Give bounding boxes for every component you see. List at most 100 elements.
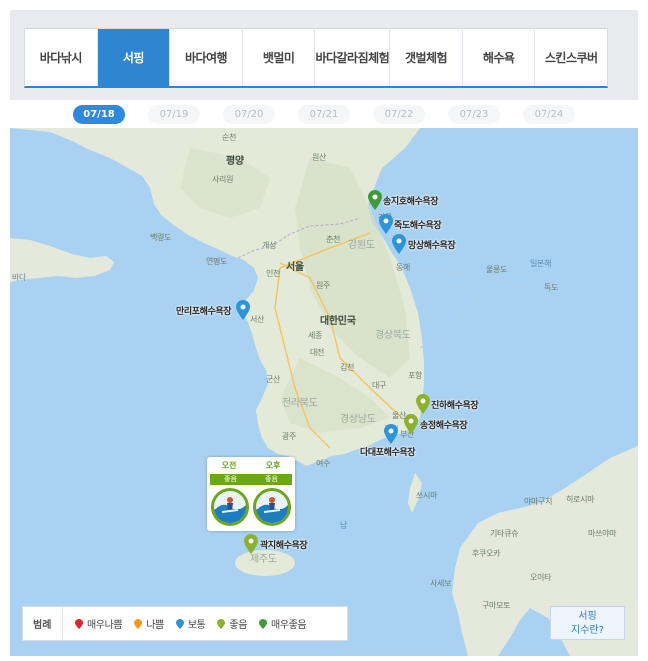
am-status: 좋음 [224,475,237,483]
surf-map[interactable]: 순천 평양 원산 사리원 개성 서울 인천 춘천 강원도 동해 원주 대한민국 … [10,128,638,656]
tab-swimming[interactable]: 해수욕 [463,29,536,86]
surf-index-line1: 서핑 [578,611,597,622]
place-label: 구마모토 [482,601,511,610]
place-label: 전라북도 [282,398,318,409]
beach-label[interactable]: 망상해수욕장 [408,238,456,251]
date-button[interactable]: 07/24 [523,104,575,124]
legend-label: 나쁨 [146,620,164,631]
place-label: 광주 [282,432,297,441]
legend-title: 범례 [23,607,63,640]
place-label: 대구 [372,381,387,390]
beach-label[interactable]: 진하해수욕장 [431,398,479,411]
place-label: 울릉도 [486,265,508,274]
place-label: 서울 [286,262,304,273]
place-label: 마쓰야마 [588,529,617,538]
map-legend: 범례 매우나쁨 나쁨 보통 좋음 매우좋음 [22,606,348,641]
beach-marker-good[interactable] [404,414,418,434]
place-label: 연평도 [206,257,228,266]
legend-label: 매우좋음 [271,620,307,631]
place-label: 남 [340,521,348,530]
surf-index-info-button[interactable]: 서핑 지수란? [550,606,625,640]
legend-label: 보통 [187,620,206,631]
place-label: 기타큐슈 [490,529,519,538]
place-label: 일본해 [530,259,552,268]
blue-pin-icon [175,618,184,629]
date-button[interactable]: 07/22 [373,104,425,124]
tab-seasickness[interactable]: 뱃멀미 [243,29,316,86]
place-label: 독도 [544,283,559,292]
date-button[interactable]: 07/23 [448,104,500,124]
beach-marker-normal[interactable] [392,234,406,254]
beach-label[interactable]: 곽지해수욕장 [260,538,308,551]
place-label: 대전 [310,348,325,357]
beach-marker-very-good[interactable] [368,190,382,210]
place-label: 여수 [316,459,331,468]
legend-item-very-bad: 매우나쁨 [75,616,123,631]
tab-sea-fishing[interactable]: 바다낚시 [25,29,98,86]
beach-label[interactable]: 송지호해수욕장 [383,194,439,207]
beach-marker-good[interactable] [244,534,258,554]
date-button[interactable]: 07/19 [148,104,200,124]
place-label: 백령도 [150,233,172,242]
place-label: 세종 [308,331,323,340]
place-label: 개성 [262,241,277,250]
place-label: 경상북도 [375,330,411,341]
date-button[interactable]: 07/18 [73,104,125,124]
orange-pin-icon [134,618,143,629]
lightgreen-pin-icon [217,618,226,629]
place-label: 사리원 [212,175,234,184]
legend-item-normal: 보통 [175,616,206,631]
surf-forecast-popup: 오전 오후 좋음 좋음 [207,457,295,531]
status-band: 좋음 좋음 [210,474,292,485]
place-label: 원산 [312,153,327,162]
tab-sea-travel[interactable]: 바다여행 [170,29,243,86]
tab-sea-parting[interactable]: 바다갈라짐체험 [315,29,391,86]
beach-marker-good[interactable] [416,394,430,414]
place-label: 군산 [266,375,281,384]
place-label: 후쿠오카 [472,549,501,558]
legend-item-bad: 나쁨 [134,616,164,631]
beach-marker-normal[interactable] [379,214,393,234]
tab-tidal-flat[interactable]: 갯벌체험 [390,29,463,86]
date-button[interactable]: 07/20 [223,104,275,124]
legend-item-good: 좋음 [217,616,247,631]
place-label: 경상남도 [340,414,376,425]
place-label: 김천 [340,363,355,372]
place-label: 사세보 [430,579,452,588]
red-pin-icon [75,618,83,629]
place-label: 동해 [396,263,411,272]
pm-status: 좋음 [265,475,278,483]
place-label: 포항 [408,371,423,380]
date-button[interactable]: 07/21 [298,104,350,124]
place-label: 서산 [250,315,265,324]
tab-surfing[interactable]: 서핑 [97,29,171,86]
green-pin-icon [259,618,268,629]
beach-marker-normal[interactable] [236,300,250,320]
beach-label[interactable]: 만리포해수욕장 [176,304,232,317]
beach-marker-normal[interactable] [384,424,398,444]
place-label: 오이타 [530,573,552,582]
place-label: 순천 [222,133,237,142]
legend-item-very-good: 매우좋음 [259,616,307,631]
date-selector: 07/18 07/19 07/20 07/21 07/22 07/23 07/2… [10,100,638,128]
activity-tabs: 바다낚시 서핑 바다여행 뱃멀미 바다갈라짐체험 갯벌체험 해수욕 스킨스쿠버 [24,28,608,88]
place-label: 바다 [12,273,27,282]
pm-label: 오후 [265,461,281,470]
place-label: 대한민국 [320,316,356,327]
place-label: 춘천 [326,235,341,244]
place-label: 쓰시마 [416,491,438,500]
beach-label[interactable]: 죽도해수욕장 [394,218,442,231]
surfer-icon [253,488,291,526]
legend-label: 좋음 [229,620,248,631]
place-label: 원주 [316,281,331,290]
surfer-icon [211,488,249,526]
beach-label[interactable]: 송정해수욕장 [420,418,468,431]
legend-label: 매우나쁨 [87,620,123,631]
place-label: 야마구치 [524,497,553,506]
place-label: 인천 [266,269,281,278]
place-label: 평양 [226,156,244,167]
tab-scuba[interactable]: 스킨스쿠버 [535,29,607,86]
surf-index-line2: 지수란? [571,625,604,636]
am-label: 오전 [221,461,237,470]
beach-label[interactable]: 다대포해수욕장 [360,445,416,458]
